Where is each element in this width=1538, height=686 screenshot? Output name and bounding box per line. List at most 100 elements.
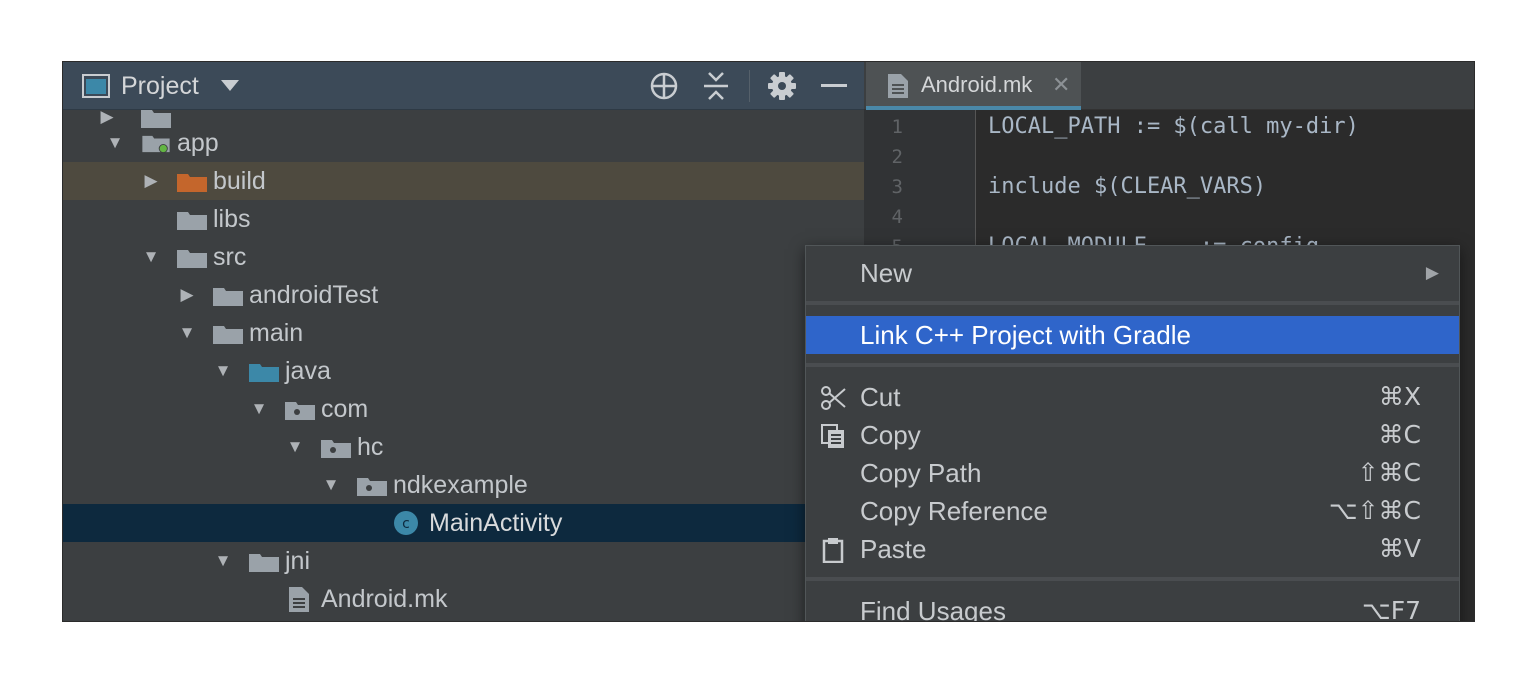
- folder-icon: [249, 554, 279, 572]
- menu-separator: [806, 301, 1459, 305]
- gear-icon[interactable]: [765, 62, 799, 110]
- menu-item-label: Paste: [860, 534, 927, 564]
- collapsed-arrow-icon[interactable]: ▶: [141, 162, 161, 200]
- close-icon[interactable]: ✕: [1052, 62, 1070, 108]
- tree-row-libs[interactable]: libs: [63, 200, 864, 238]
- folder-icon: [177, 212, 207, 230]
- minimize-icon[interactable]: [817, 62, 851, 110]
- java-class-icon: c: [394, 511, 418, 535]
- menu-item-copy-reference[interactable]: Copy Reference ⌥⇧⌘C: [806, 492, 1459, 530]
- collapsed-arrow-icon[interactable]: ▶: [177, 276, 197, 314]
- tree-row-jni[interactable]: ▼ jni: [63, 542, 864, 580]
- tree-row-build[interactable]: ▶ build: [63, 162, 864, 200]
- tree-row-label: src: [213, 243, 247, 271]
- shortcut-label: ⌥F7: [1361, 596, 1421, 622]
- tree-row-label: java: [285, 357, 331, 385]
- line-number: 4: [891, 206, 903, 228]
- tree-row-label: app: [177, 129, 219, 157]
- menu-separator: [806, 363, 1459, 367]
- menu-item-label: Link C++ Project with Gradle: [860, 320, 1191, 350]
- expanded-arrow-icon[interactable]: ▼: [321, 466, 341, 504]
- text-file-icon: [888, 74, 908, 98]
- text-file-icon: [289, 587, 309, 612]
- folder-icon: [213, 326, 243, 344]
- menu-item-link-cpp-project[interactable]: Link C++ Project with Gradle: [806, 316, 1459, 354]
- clipboard-icon: [822, 538, 844, 563]
- tree-row-label: jni: [285, 547, 311, 575]
- collapse-all-icon[interactable]: [699, 62, 733, 110]
- menu-item-copy-path[interactable]: Copy Path ⇧⌘C: [806, 454, 1459, 492]
- folder-icon: [177, 250, 207, 268]
- tab-android-mk[interactable]: Android.mk ✕: [866, 62, 1081, 110]
- tree-row-mainactivity[interactable]: c MainActivity: [63, 504, 864, 542]
- ide-window: ▶ ▼ app ▶ build libs ▼ src ▶ androidTest…: [62, 61, 1475, 622]
- shortcut-label: ⌘C: [1378, 420, 1421, 449]
- menu-item-find-usages[interactable]: Find Usages ⌥F7: [806, 592, 1459, 622]
- project-toolbar: Project: [63, 62, 864, 110]
- menu-item-label: Copy Path: [860, 458, 982, 488]
- menu-item-new[interactable]: New ▶: [806, 254, 1459, 292]
- expanded-arrow-icon[interactable]: ▼: [105, 124, 125, 162]
- toolbar-divider: [749, 70, 750, 102]
- source-folder-icon: [249, 364, 279, 382]
- editor-tab-bar: Android.mk ✕: [864, 62, 1474, 110]
- svg-text:c: c: [402, 516, 410, 532]
- shortcut-label: ⇧⌘C: [1357, 458, 1421, 487]
- tree-row-label: com: [321, 395, 369, 423]
- excluded-folder-icon: [177, 174, 207, 192]
- tree-row-com[interactable]: ▼ com: [63, 390, 864, 428]
- shortcut-label: ⌘X: [1378, 382, 1421, 411]
- locate-target-icon[interactable]: [647, 62, 681, 110]
- code-line: LOCAL_PATH := $(call my-dir): [988, 114, 1359, 139]
- package-icon: [285, 402, 315, 420]
- tab-label: Android.mk: [921, 72, 1033, 97]
- copy-icon: [821, 424, 844, 448]
- menu-item-label: Copy: [860, 420, 921, 450]
- tree-row-android-mk[interactable]: Android.mk: [63, 580, 864, 618]
- tree-row-label: Android.mk: [321, 585, 448, 613]
- expanded-arrow-icon[interactable]: ▼: [177, 314, 197, 352]
- tree-row-hc[interactable]: ▼ hc: [63, 428, 864, 466]
- shortcut-label: ⌘V: [1378, 534, 1421, 563]
- tree-row-src[interactable]: ▼ src: [63, 238, 864, 276]
- scissors-icon: [821, 386, 846, 410]
- menu-item-cut[interactable]: Cut ⌘X: [806, 378, 1459, 416]
- tree-row-label: build: [213, 167, 266, 195]
- folder-icon: [213, 288, 243, 306]
- project-panel: ▶ ▼ app ▶ build libs ▼ src ▶ androidTest…: [63, 62, 864, 621]
- expanded-arrow-icon[interactable]: ▼: [213, 352, 233, 390]
- line-number: 2: [891, 146, 903, 168]
- tree-row-label: hc: [357, 433, 384, 461]
- project-view-title[interactable]: Project: [121, 62, 199, 110]
- package-icon: [321, 440, 351, 458]
- package-icon: [357, 478, 387, 496]
- expanded-arrow-icon[interactable]: ▼: [249, 390, 269, 428]
- tree-row-label: ndkexample: [393, 471, 528, 499]
- menu-item-label: Copy Reference: [860, 496, 1048, 526]
- tree-row-label: MainActivity: [429, 509, 563, 537]
- line-number: 1: [891, 116, 903, 138]
- expanded-arrow-icon[interactable]: ▼: [141, 238, 161, 276]
- menu-item-paste[interactable]: Paste ⌘V: [806, 530, 1459, 568]
- line-number: 3: [891, 176, 903, 198]
- tree-row-label: libs: [213, 205, 251, 233]
- expanded-arrow-icon[interactable]: ▼: [285, 428, 305, 466]
- code-line: include $(CLEAR_VARS): [988, 174, 1267, 199]
- tree-row-main[interactable]: ▼ main: [63, 314, 864, 352]
- menu-item-label: Cut: [860, 382, 901, 412]
- tree-row-label: androidTest: [249, 281, 379, 309]
- tree-row-ndkexample[interactable]: ▼ ndkexample: [63, 466, 864, 504]
- module-folder-icon: [142, 135, 170, 154]
- expanded-arrow-icon[interactable]: ▼: [213, 542, 233, 580]
- dropdown-caret-icon[interactable]: [219, 62, 241, 110]
- menu-item-label: Find Usages: [860, 596, 1006, 622]
- submenu-arrow-icon: ▶: [1425, 263, 1439, 282]
- tree-row-java[interactable]: ▼ java: [63, 352, 864, 390]
- tree-row-app[interactable]: ▼ app: [63, 124, 864, 162]
- shortcut-label: ⌥⇧⌘C: [1328, 496, 1421, 525]
- menu-item-copy[interactable]: Copy ⌘C: [806, 416, 1459, 454]
- tree-row-androidtest[interactable]: ▶ androidTest: [63, 276, 864, 314]
- context-menu: New ▶ Link C++ Project with Gradle Cut ⌘…: [805, 245, 1460, 622]
- tree-row-label: main: [249, 319, 304, 347]
- menu-item-label: New: [860, 258, 913, 288]
